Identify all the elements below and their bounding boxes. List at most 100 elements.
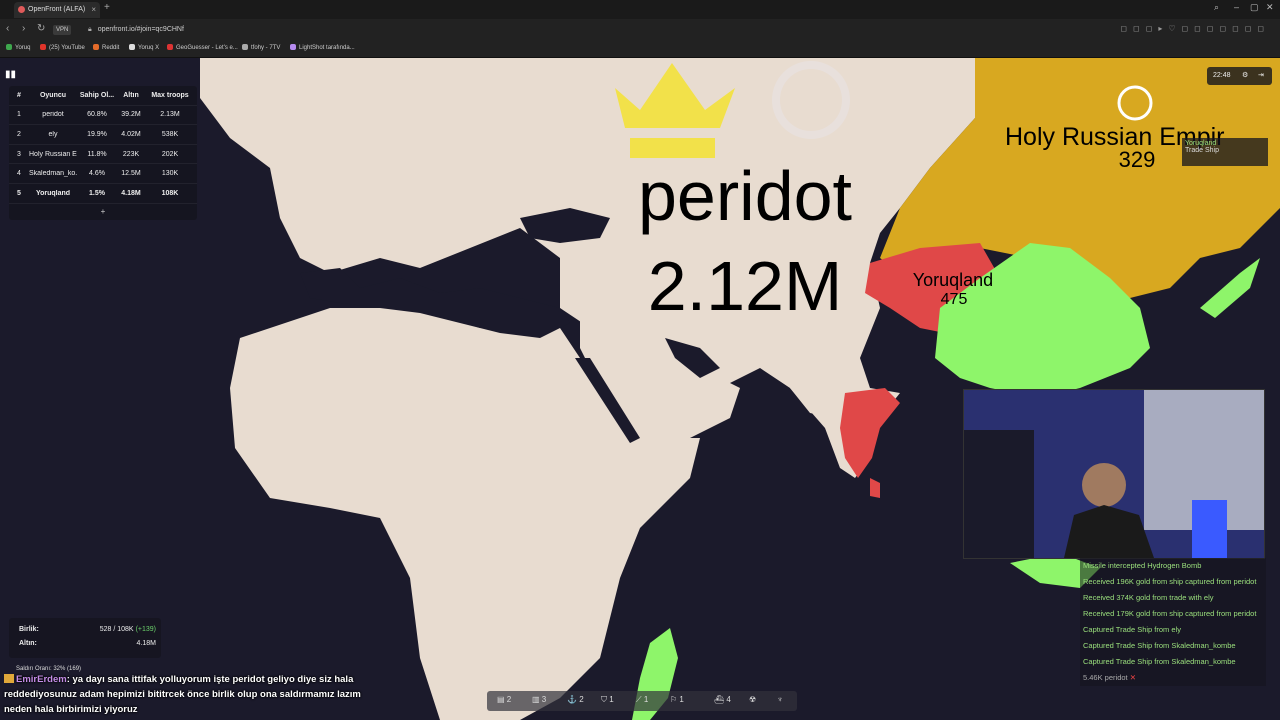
bookmark[interactable]: GeoGuesser - Let's e... xyxy=(167,44,238,51)
event-message: Captured Trade Ship from Skaledman_kombe xyxy=(1080,654,1266,670)
bookmarks-bar: Yoruq (25) YouTube Reddit Yoruq X GeoGue… xyxy=(0,41,1280,58)
event-message: Received 374K gold from trade with ely xyxy=(1080,590,1266,606)
city-button[interactable]: ▤ 2 xyxy=(497,695,511,704)
bookmark[interactable]: LightShot tarafında... xyxy=(290,44,355,51)
dismiss-icon[interactable]: ✕ xyxy=(1130,673,1136,682)
settings-gear-icon[interactable]: ⚙ xyxy=(1242,67,1248,85)
mirv-icon: ♆ xyxy=(777,695,783,704)
warship-icon: ⛴ xyxy=(714,695,725,704)
owned-header[interactable]: Sahip Ol... xyxy=(77,92,117,99)
browser-tab[interactable]: OpenFront (ALFA) × xyxy=(14,2,100,18)
troops-header[interactable]: Max troops xyxy=(145,92,195,99)
extension-icons[interactable]: ◻◻◻▸♡◻◻◻◻◻◻◻ xyxy=(1120,24,1270,33)
exit-icon[interactable]: ⇥ xyxy=(1258,67,1264,85)
owned: 60.8% xyxy=(87,111,107,119)
vpn-badge[interactable]: VPN xyxy=(53,25,72,35)
event-log: Missile intercepted Hydrogen Bomb Receiv… xyxy=(1080,558,1266,686)
warship-button[interactable]: ⛴ 4 xyxy=(714,695,731,704)
port-button[interactable]: ⚓ 2 xyxy=(567,695,584,704)
new-tab-icon[interactable]: + xyxy=(104,2,110,13)
leaderboard-row[interactable]: 2 ely 19.9% 4.02M 538K xyxy=(9,125,197,145)
missile-count: 1 xyxy=(643,695,649,704)
defense-count: 1 xyxy=(609,695,614,704)
bookmark[interactable]: Yoruq xyxy=(6,44,30,51)
7tv-icon xyxy=(242,44,248,50)
shield-icon: ⛉ xyxy=(601,695,607,704)
factory-icon: ▥ xyxy=(532,695,540,704)
maximize-icon[interactable]: ▢ xyxy=(1250,2,1259,13)
bookmark[interactable]: tfohy - 7TV xyxy=(242,44,280,51)
warship-count: 4 xyxy=(726,695,731,704)
close-tab-icon[interactable]: × xyxy=(91,2,96,18)
minimize-icon[interactable]: – xyxy=(1234,2,1239,12)
ely-japan xyxy=(1200,258,1260,318)
rank: 1 xyxy=(17,111,21,119)
player-troops-label: 2.12M xyxy=(647,247,843,325)
yoruqland-troops-label: 475 xyxy=(940,291,968,308)
gold: 4.18M xyxy=(121,189,141,197)
yoruqland-name-label: Yoruqland xyxy=(912,270,994,290)
webcam-image xyxy=(964,390,1264,558)
mirv-button[interactable]: ♆ xyxy=(777,695,783,704)
troops: 108K xyxy=(161,189,179,197)
lock-icon: 🔒︎ xyxy=(88,26,92,33)
rank-header[interactable]: # xyxy=(9,92,29,99)
leaderboard-row[interactable]: 4 Skaledman_ko... 4.6% 12.5M 130K xyxy=(9,164,197,184)
forward-icon[interactable]: › xyxy=(22,23,25,34)
bookmark-label: Yoruq xyxy=(15,45,31,51)
geoguessr-icon xyxy=(167,44,173,50)
address-bar: ‹ › ↻ VPN 🔒︎ openfront.io/#join=qc9CHNf ◻… xyxy=(0,19,1280,41)
close-window-icon[interactable]: ✕ xyxy=(1266,2,1274,13)
owned: 19.9% xyxy=(87,130,107,138)
bookmark[interactable]: (25) YouTube xyxy=(40,44,85,51)
bookmark-label: tfohy - 7TV xyxy=(251,45,281,51)
bookmark-label: (25) YouTube xyxy=(49,45,85,51)
lightshot-icon xyxy=(290,44,296,50)
youtube-icon xyxy=(40,44,46,50)
missile-button[interactable]: ⟋ 1 xyxy=(636,695,648,705)
player-stats-panel: Birlik: 528 / 108K (+139) Altın: 4.18M xyxy=(9,618,161,658)
owned: 11.8% xyxy=(87,150,107,158)
gold-label: Altın: xyxy=(19,640,37,647)
sam-icon: ⚐ xyxy=(670,695,678,704)
bookmark-label: LightShot tarafında... xyxy=(299,45,355,51)
event-message: Received 196K gold from ship captured fr… xyxy=(1080,574,1266,590)
bookmark[interactable]: Reddit xyxy=(93,44,119,51)
player-name: Skaledman_ko... xyxy=(29,170,77,178)
troops: 202K xyxy=(161,150,179,158)
back-icon[interactable]: ‹ xyxy=(6,23,9,34)
troops-gain: (+139) xyxy=(135,626,156,633)
factory-count: 3 xyxy=(541,695,547,704)
player-header[interactable]: Oyuncu xyxy=(29,92,77,99)
nuke-button[interactable]: ☢ xyxy=(749,695,756,704)
leaderboard: # Oyuncu Sahip Ol... Altın Max troops 1 … xyxy=(9,86,197,220)
search-tabs-icon[interactable]: ⌕ xyxy=(1214,2,1219,13)
defense-button[interactable]: ⛉ 1 xyxy=(601,695,614,705)
leaderboard-icon[interactable]: ▮▮ xyxy=(5,70,17,80)
leaderboard-row[interactable]: 1 peridot 60.8% 39.2M 2.13M xyxy=(9,106,197,126)
city-icon: ▤ xyxy=(497,695,505,704)
rank: 4 xyxy=(17,170,21,178)
bookmark-label: Reddit xyxy=(102,45,120,51)
sam-button[interactable]: ⚐ 1 xyxy=(670,695,684,704)
troops: 2.13M xyxy=(160,111,180,119)
leaderboard-row[interactable]: 3 Holy Russian E... 11.8% 223K 202K xyxy=(9,145,197,165)
event-message: Captured Trade Ship from Skaledman_kombe xyxy=(1080,638,1266,654)
factory-button[interactable]: ▥ 3 xyxy=(532,695,546,704)
stream-chat: EmirErdem: ya dayı sana ittifak yolluyor… xyxy=(4,672,384,717)
sam-count: 1 xyxy=(679,695,684,704)
url-field[interactable]: 🔒︎ openfront.io/#join=qc9CHNf xyxy=(88,24,184,36)
leaderboard-expand-button[interactable]: + xyxy=(9,204,197,220)
player-name: Holy Russian E... xyxy=(29,150,77,158)
game-map[interactable]: ▮▮ # Oyuncu Sahip Ol... Altın Max troops… xyxy=(0,58,1280,720)
reload-icon[interactable]: ↻ xyxy=(37,23,45,34)
missile-icon: ⟋ xyxy=(636,695,642,704)
bookmark[interactable]: Yoruq X xyxy=(129,44,159,51)
player-name: peridot xyxy=(42,111,64,119)
leaderboard-row-self[interactable]: 5 Yoruqland 1.5% 4.18M 108K xyxy=(9,184,197,204)
owned: 1.5% xyxy=(89,189,105,197)
event-text: 5.46K peridot xyxy=(1083,673,1128,682)
url-text: openfront.io/#join=qc9CHNf xyxy=(97,26,184,33)
player-name: ely xyxy=(48,130,58,138)
gold-header[interactable]: Altın xyxy=(117,92,145,99)
